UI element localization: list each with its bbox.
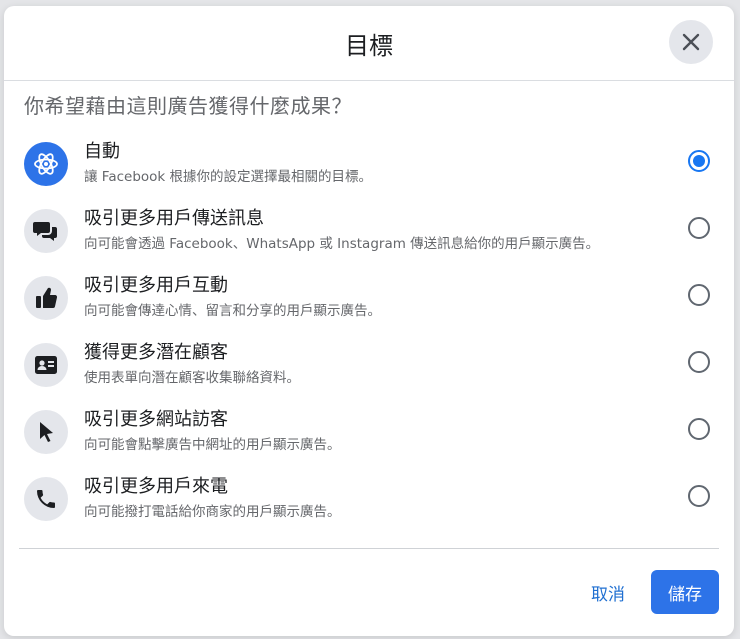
close-icon [682,33,700,51]
objective-question: 你希望藉由這則廣告獲得什麼成果？ [24,94,352,118]
option-calls[interactable]: 吸引更多用戶來電 向可能撥打電話給你商家的用戶顯示廣告。 [4,469,734,535]
option-icon-wrap [24,343,68,387]
contact-card-icon [35,356,57,374]
option-messages[interactable]: 吸引更多用戶傳送訊息 向可能會透過 Facebook、WhatsApp 或 In… [4,201,734,267]
objective-dialog: 目標 你希望藉由這則廣告獲得什麼成果？ 自動 讓 Facebook 根據你的設定… [4,6,734,636]
option-website-visitors[interactable]: 吸引更多網站訪客 向可能會點擊廣告中網址的用戶顯示廣告。 [4,402,734,468]
option-description: 讓 Facebook 根據你的設定選擇最相關的目標。 [84,169,373,185]
radio-messages[interactable] [688,217,710,239]
option-description: 向可能會點擊廣告中網址的用戶顯示廣告。 [84,437,341,453]
option-engagement[interactable]: 吸引更多用戶互動 向可能會傳達心情、留言和分享的用戶顯示廣告。 [4,268,734,334]
dialog-header: 目標 [4,6,734,81]
dialog-title: 目標 [345,32,393,60]
option-leads[interactable]: 獲得更多潛在顧客 使用表單向潛在顧客收集聯絡資料。 [4,335,734,401]
footer-divider [19,548,719,549]
chat-bubbles-icon [33,222,57,241]
cursor-arrow-icon [40,422,53,442]
option-title: 吸引更多用戶傳送訊息 [84,208,264,229]
option-title: 吸引更多用戶來電 [84,476,228,497]
option-description: 向可能會透過 Facebook、WhatsApp 或 Instagram 傳送訊… [84,236,600,252]
option-title: 獲得更多潛在顧客 [84,342,228,363]
phone-icon [37,490,55,508]
radio-automatic[interactable] [688,150,710,172]
option-icon-wrap [24,276,68,320]
option-automatic[interactable]: 自動 讓 Facebook 根據你的設定選擇最相關的目標。 [4,134,734,200]
radio-calls[interactable] [688,485,710,507]
atom-icon [34,153,58,175]
thumbs-up-icon [36,287,58,309]
option-description: 向可能會傳達心情、留言和分享的用戶顯示廣告。 [84,303,381,319]
option-description: 向可能撥打電話給你商家的用戶顯示廣告。 [84,504,341,520]
option-icon-wrap [24,410,68,454]
radio-engagement[interactable] [688,284,710,306]
option-icon-wrap [24,477,68,521]
option-title: 吸引更多網站訪客 [84,409,228,430]
save-button[interactable]: 儲存 [651,570,719,614]
option-title: 自動 [84,141,120,162]
option-icon-wrap [24,142,68,186]
close-button[interactable] [669,20,713,64]
cancel-button[interactable]: 取消 [574,570,642,614]
radio-leads[interactable] [688,351,710,373]
option-description: 使用表單向潛在顧客收集聯絡資料。 [84,370,300,386]
option-title: 吸引更多用戶互動 [84,275,228,296]
option-icon-wrap [24,209,68,253]
radio-website-visitors[interactable] [688,418,710,440]
